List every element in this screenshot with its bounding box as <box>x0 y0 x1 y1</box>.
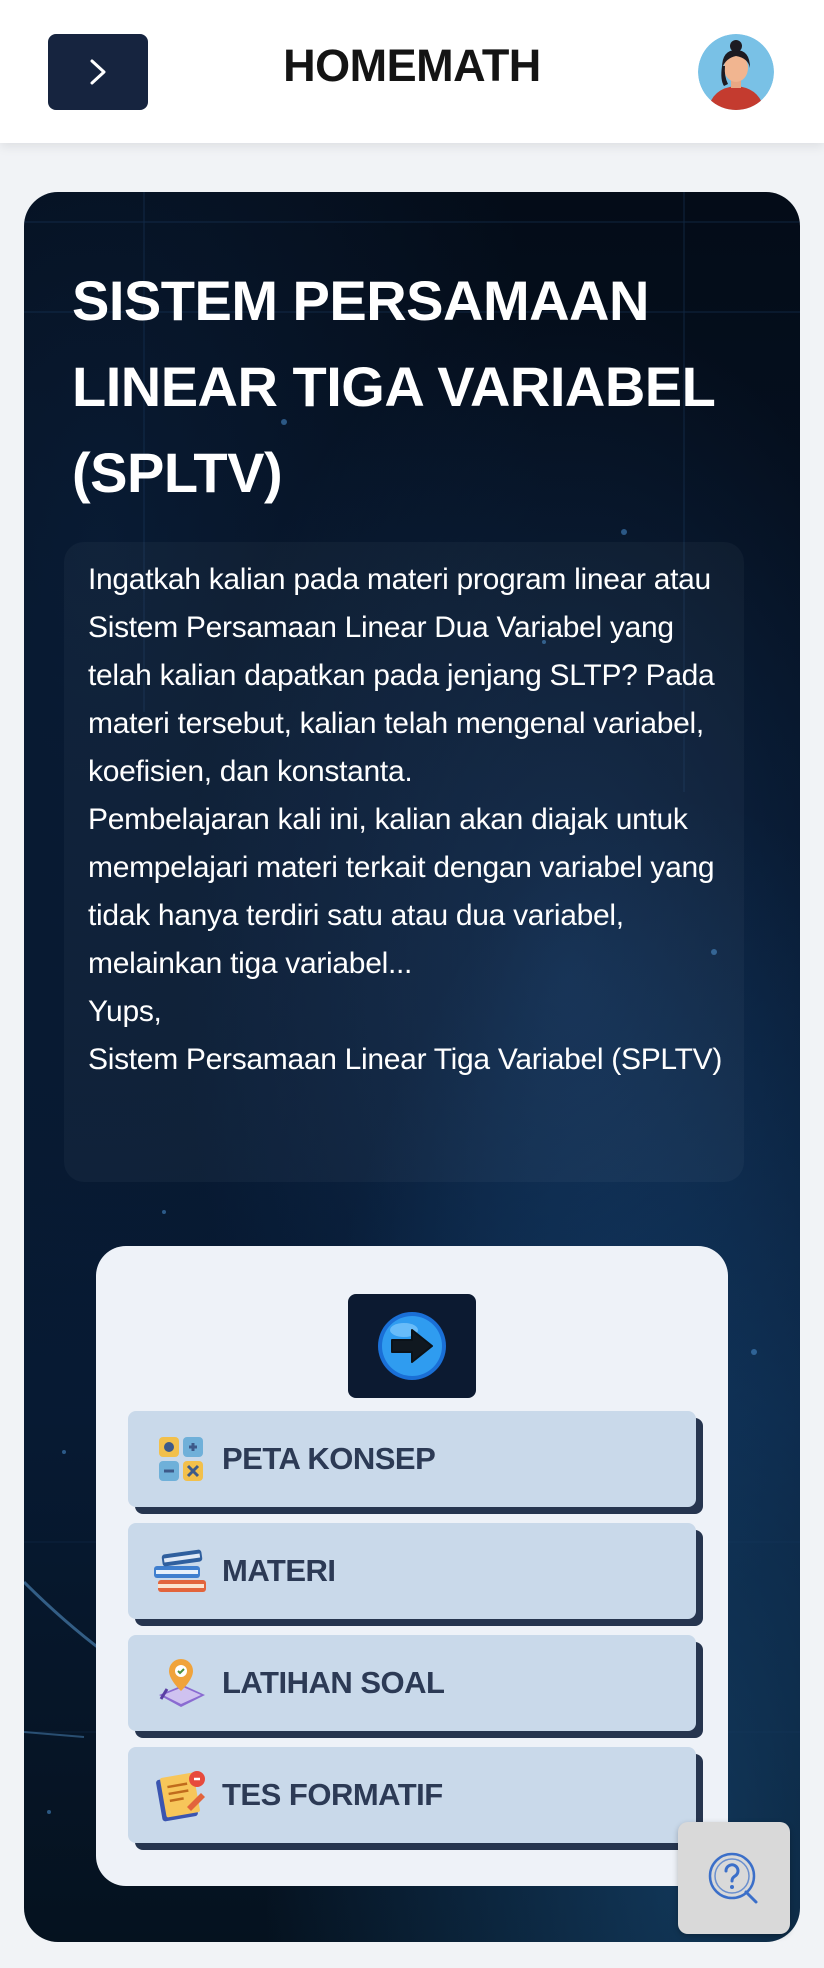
lesson-menu-panel: PETA KONSEP MATERI LATIHAN SOAL TES FORM… <box>96 1246 728 1886</box>
help-button[interactable] <box>678 1822 790 1934</box>
concept-map-icon <box>152 1430 210 1488</box>
nav-item-tes-formatif[interactable]: TES FORMATIF <box>128 1747 696 1843</box>
intro-paragraph: Sistem Persamaan Linear Tiga Variabel (S… <box>88 1043 723 1076</box>
exercise-icon <box>152 1654 210 1712</box>
avatar-icon <box>698 34 774 110</box>
title-line: LINEAR TIGA VARIABEL <box>72 355 716 418</box>
books-icon <box>152 1542 210 1600</box>
intro-text-box: Ingatkah kalian pada materi program line… <box>64 542 744 1182</box>
lesson-card: SISTEM PERSAMAAN LINEAR TIGA VARIABEL (S… <box>24 192 800 1942</box>
intro-paragraph: Pembelajaran kali ini, kalian akan diaja… <box>88 803 715 980</box>
nav-item-label: MATERI <box>222 1553 336 1588</box>
start-button[interactable] <box>348 1294 476 1398</box>
arrow-right-icon <box>378 1312 446 1380</box>
nav-item-materi[interactable]: MATERI <box>128 1523 696 1619</box>
nav-item-latihan-soal[interactable]: LATIHAN SOAL <box>128 1635 696 1731</box>
nav-item-label: TES FORMATIF <box>222 1777 443 1812</box>
title-line: (SPLTV) <box>72 441 283 504</box>
test-icon <box>152 1766 210 1824</box>
top-bar: HOMEMATH <box>0 0 824 143</box>
question-icon <box>708 1852 758 1904</box>
title-line: SISTEM PERSAMAAN <box>72 269 649 332</box>
nav-item-label: LATIHAN SOAL <box>222 1665 445 1700</box>
nav-item-label: PETA KONSEP <box>222 1441 436 1476</box>
intro-paragraph: Yups, <box>88 995 162 1028</box>
user-avatar[interactable] <box>698 34 774 110</box>
nav-item-peta-konsep[interactable]: PETA KONSEP <box>128 1411 696 1507</box>
intro-paragraph: Ingatkah kalian pada materi program line… <box>88 563 715 788</box>
lesson-title: SISTEM PERSAMAAN LINEAR TIGA VARIABEL (S… <box>72 258 752 516</box>
